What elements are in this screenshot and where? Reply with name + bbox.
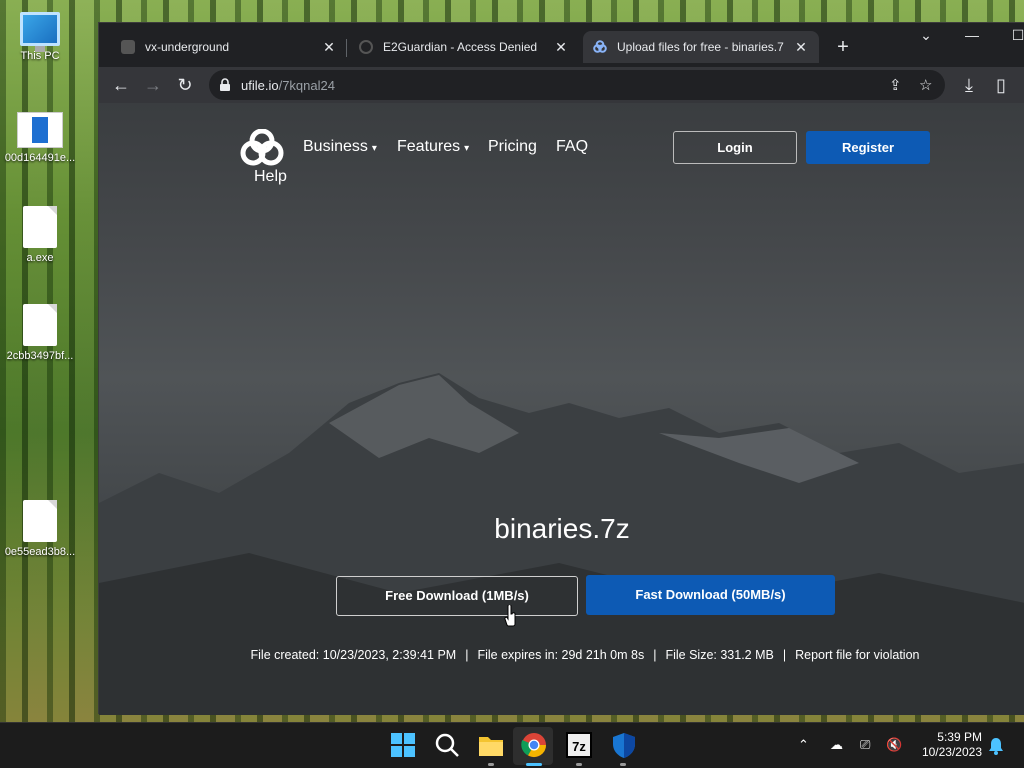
info-separator: | (782, 648, 787, 662)
close-icon[interactable]: ✕ (793, 39, 809, 56)
notification-bell-icon[interactable] (988, 737, 1004, 755)
minimize-button[interactable]: — (957, 27, 987, 43)
tab-vx-underground[interactable]: vx-underground ✕ (111, 31, 347, 63)
show-hidden-icons-chevron-icon[interactable]: ⌃ (798, 737, 809, 753)
ufile-page: Help Business ▾ Features ▾ Pricing FAQ Log… (99, 103, 1024, 715)
network-icon[interactable]: ⎚ (860, 737, 870, 753)
tab-strip: vx-underground ✕ E2Guardian - Access Den… (99, 23, 1024, 67)
free-download-button[interactable]: Free Download (1MB/s) (336, 576, 578, 616)
running-indicator (620, 763, 626, 766)
desktop-icon-label: a.exe (26, 252, 54, 264)
search-icon[interactable] (433, 731, 461, 759)
tab-ufile-upload[interactable]: Upload files for free - binaries.7 ✕ (583, 31, 819, 63)
download-icon[interactable]: ⤓ (957, 73, 981, 97)
login-button[interactable]: Login (673, 131, 797, 164)
7zip-icon[interactable]: 7z (566, 732, 592, 758)
desktop-icon-this-pc[interactable]: This PC (0, 12, 80, 62)
url-host: ufile.io (241, 78, 279, 93)
site-favicon-icon (121, 40, 135, 54)
ufile-favicon-icon (593, 40, 607, 54)
chrome-icon[interactable] (520, 731, 548, 759)
nav-help[interactable]: Help (254, 168, 287, 186)
defender-icon[interactable] (610, 731, 638, 759)
nav-faq[interactable]: FAQ (556, 138, 588, 156)
tab-title: vx-underground (145, 40, 230, 54)
file-expires: File expires in: 29d 21h 0m 8s (477, 648, 645, 662)
tab-title: E2Guardian - Access Denied (383, 40, 538, 54)
share-icon[interactable]: ⇪ (889, 76, 902, 94)
file-size: File Size: 331.2 MB (665, 648, 774, 662)
side-panel-icon[interactable]: ▯ (989, 73, 1013, 97)
clock-date: 10/23/2023 (921, 745, 982, 759)
nav-business[interactable]: Business ▾ (303, 138, 377, 156)
file-icon (23, 304, 57, 346)
desktop-icon-document[interactable]: 00d164491e... (0, 112, 80, 164)
tab-search-chevron-icon[interactable]: ⌄ (911, 27, 941, 44)
address-bar[interactable]: ufile.io/7kqnal24 ⇪ ☆ (209, 70, 945, 100)
maximize-button[interactable]: ☐ (1003, 27, 1024, 44)
bookmark-star-icon[interactable]: ☆ (919, 76, 932, 94)
computer-icon (20, 12, 60, 52)
running-indicator-active (526, 763, 542, 766)
nav-features[interactable]: Features ▾ (397, 138, 469, 156)
clock[interactable]: 5:39 PM 10/23/2023 (912, 730, 982, 760)
tab-e2guardian[interactable]: E2Guardian - Access Denied ✕ (349, 31, 579, 63)
clock-time: 5:39 PM (937, 730, 982, 744)
chevron-down-icon: ▾ (371, 143, 377, 154)
nav-business-label: Business (303, 138, 368, 155)
desktop-icon-a-exe[interactable]: a.exe (0, 206, 80, 264)
back-arrow-icon[interactable]: ← (109, 73, 133, 97)
lock-icon[interactable] (219, 78, 231, 92)
file-icon (23, 500, 57, 542)
info-separator: | (653, 648, 657, 662)
volume-muted-icon[interactable]: 🔇 (886, 737, 902, 753)
ufile-logo-icon[interactable] (239, 129, 287, 169)
loading-icon (359, 40, 373, 54)
close-icon[interactable]: ✕ (321, 39, 337, 56)
tab-separator (346, 39, 347, 57)
hand-cursor-icon (504, 605, 516, 627)
register-button[interactable]: Register (806, 131, 930, 164)
file-info: File created: 10/23/2023, 2:39:41 PM | Fil… (249, 643, 921, 667)
tab-title: Upload files for free - binaries.7 (617, 40, 784, 54)
chevron-down-icon: ▾ (464, 143, 470, 154)
browser-window: vx-underground ✕ E2Guardian - Access Den… (98, 22, 1024, 715)
nav-features-label: Features (397, 138, 461, 155)
onedrive-icon[interactable]: ☁ (830, 737, 843, 753)
file-explorer-icon[interactable] (477, 731, 505, 759)
new-tab-button[interactable]: + (833, 36, 853, 59)
taskbar: 7z ⌃ ☁ ⎚ 🔇 5:39 PM 10/23/2023 (0, 722, 1024, 768)
browser-toolbar: ← → ↻ ufile.io/7kqnal24 ⇪ ☆ ⤓ ▯ (99, 67, 1024, 103)
nav-pricing[interactable]: Pricing (488, 138, 537, 156)
url-text: ufile.io/7kqnal24 (241, 78, 335, 93)
running-indicator (576, 763, 582, 766)
running-indicator (488, 763, 494, 766)
desktop-icon-label: 00d164491e... (4, 152, 76, 164)
file-name: binaries.7z (494, 513, 630, 544)
info-separator: | (465, 648, 469, 662)
report-file-link[interactable]: Report file for violation (795, 648, 919, 662)
forward-arrow-icon[interactable]: → (141, 73, 165, 97)
document-icon (17, 112, 63, 148)
desktop-icon-label: 2cbb3497bf... (6, 350, 74, 362)
file-icon (23, 206, 57, 248)
file-created: File created: 10/23/2023, 2:39:41 PM (250, 648, 457, 662)
desktop-icon-file[interactable]: 0e55ead3b8... (0, 500, 80, 558)
fast-download-button[interactable]: Fast Download (50MB/s) (586, 575, 835, 615)
url-path: /7kqnal24 (278, 78, 335, 93)
desktop-icon-label: 0e55ead3b8... (4, 546, 76, 558)
close-icon[interactable]: ✕ (553, 39, 569, 56)
desktop-icon-file[interactable]: 2cbb3497bf... (0, 304, 80, 362)
reload-icon[interactable]: ↻ (173, 73, 197, 97)
start-icon[interactable] (389, 731, 417, 759)
